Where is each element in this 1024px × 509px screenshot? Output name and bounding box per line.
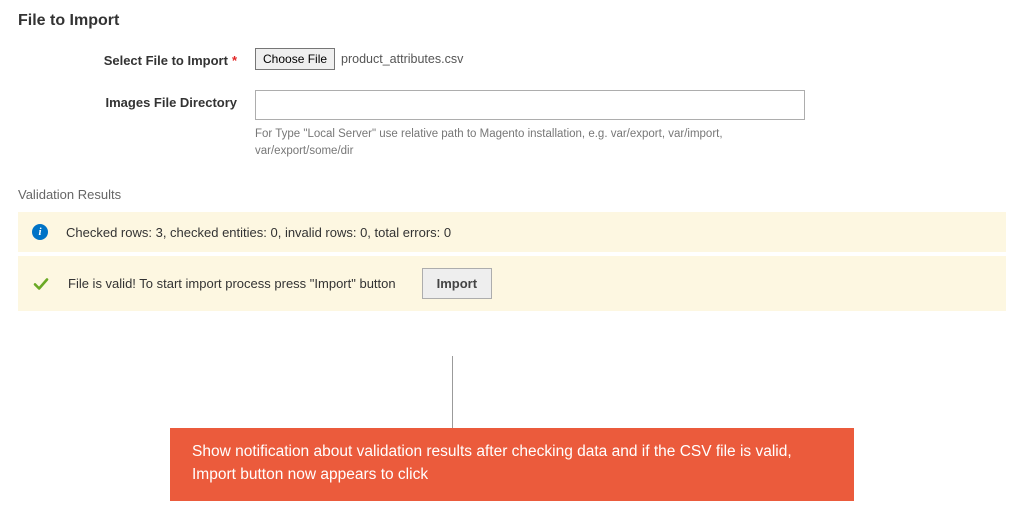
info-icon: i: [32, 224, 48, 240]
annotation-connector: [452, 356, 453, 430]
validation-info-message: i Checked rows: 3, checked entities: 0, …: [18, 212, 1006, 252]
images-dir-label: Images File Directory: [0, 90, 255, 110]
select-file-label: Select File to Import*: [0, 48, 255, 68]
validation-success-text: File is valid! To start import process p…: [68, 276, 396, 291]
validation-success-message: File is valid! To start import process p…: [18, 256, 1006, 311]
validation-info-text: Checked rows: 3, checked entities: 0, in…: [66, 225, 451, 240]
annotation-callout: Show notification about validation resul…: [170, 428, 854, 501]
selected-file-name: product_attributes.csv: [337, 52, 463, 66]
validation-results-title: Validation Results: [0, 179, 1024, 212]
section-title: File to Import: [0, 0, 1024, 48]
images-dir-help: For Type "Local Server" use relative pat…: [255, 126, 775, 159]
images-dir-input[interactable]: [255, 90, 805, 120]
check-icon: [32, 275, 50, 293]
import-button[interactable]: Import: [422, 268, 492, 299]
choose-file-button[interactable]: Choose File: [255, 48, 335, 70]
